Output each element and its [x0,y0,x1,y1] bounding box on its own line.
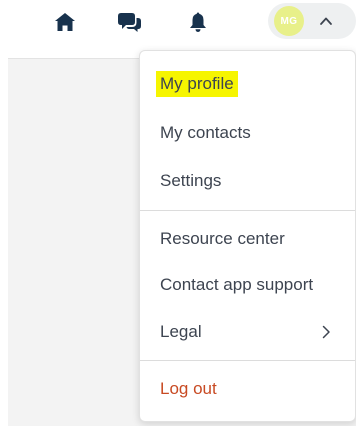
bell-icon[interactable] [184,8,212,36]
menu-item-label: My profile [156,71,238,97]
top-navigation-bar: MG [0,0,356,44]
avatar: MG [274,6,304,36]
user-menu-toggle[interactable]: MG [268,3,356,39]
menu-item-label: Legal [160,322,202,341]
chat-icon[interactable] [116,8,144,36]
menu-item-log-out[interactable]: Log out [140,369,355,409]
menu-item-contact-app-support[interactable]: Contact app support [140,265,355,305]
menu-item-legal[interactable]: Legal [140,312,355,352]
user-dropdown-menu: My profile My contacts Settings Resource… [139,50,356,422]
menu-divider [140,210,355,211]
menu-item-my-profile[interactable]: My profile [140,64,355,104]
chevron-up-icon [320,17,332,25]
menu-item-settings[interactable]: Settings [140,161,355,201]
home-icon[interactable] [51,8,79,36]
menu-item-label: My contacts [160,123,251,142]
menu-item-label: Contact app support [160,275,314,294]
menu-item-label: Resource center [160,229,285,248]
menu-divider [140,360,355,361]
menu-item-label: Log out [160,379,217,398]
menu-item-my-contacts[interactable]: My contacts [140,113,355,153]
menu-item-resource-center[interactable]: Resource center [140,219,355,259]
menu-item-label: Settings [160,171,222,190]
chevron-right-icon [322,325,330,339]
